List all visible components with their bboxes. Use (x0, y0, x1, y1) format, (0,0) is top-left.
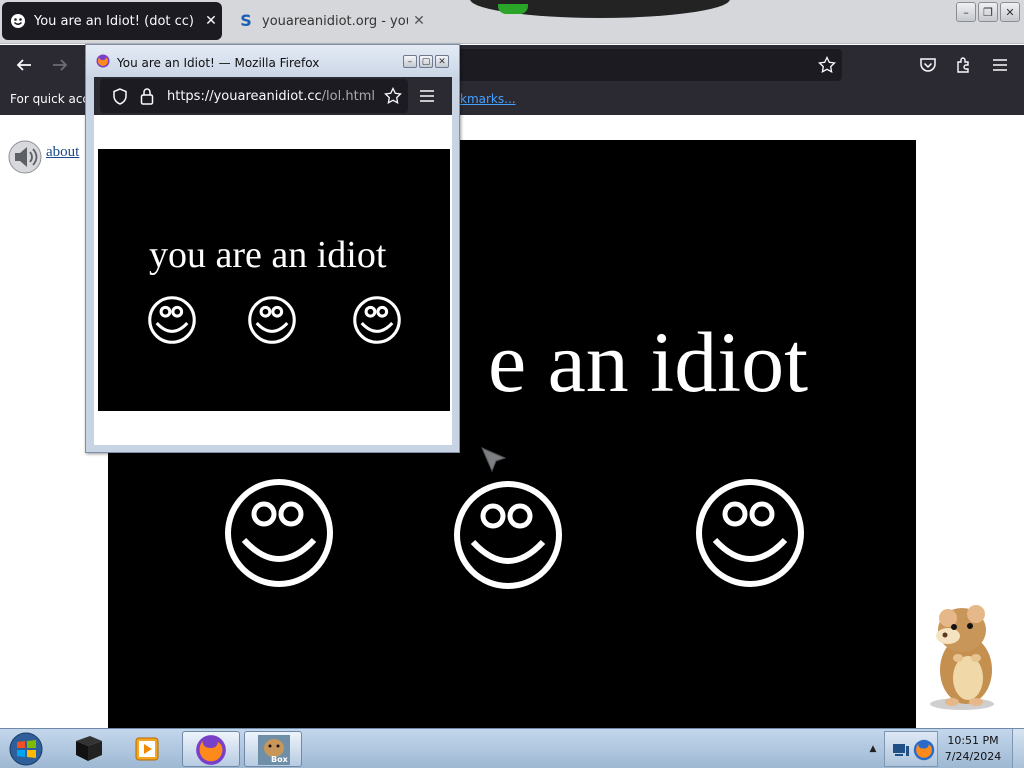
shield-icon[interactable] (112, 88, 128, 105)
taskbar: Box ▲ 10:51 PM 7/24/2024 (0, 728, 1024, 768)
tab-you-are-an-idiot[interactable]: You are an Idiot! (dot cc) ✕ (2, 2, 222, 40)
popup-content: you are an idiot (94, 115, 452, 445)
system-clock[interactable]: 10:51 PM 7/24/2024 (940, 733, 1006, 765)
about-link[interactable]: about (46, 144, 79, 161)
tab-title: You are an Idiot! (dot cc) (34, 13, 194, 29)
show-desktop-button[interactable] (1012, 729, 1024, 768)
show-hidden-icons-button[interactable]: ▲ (864, 735, 882, 763)
windows-start-icon[interactable] (6, 731, 46, 767)
popup-close-button[interactable]: ✕ (435, 55, 449, 68)
popup-titlebar[interactable]: You are an Idiot! — Mozilla Firefox – ▢ … (86, 45, 459, 77)
tab-close-button[interactable]: ✕ (408, 13, 430, 29)
smiley-icon (11, 14, 25, 28)
star-icon[interactable] (818, 56, 836, 74)
popup-url-bar[interactable]: https://youareanidiot.cc/lol.html (100, 79, 408, 113)
extensions-icon[interactable] (952, 53, 976, 77)
tab-close-button[interactable]: ✕ (200, 13, 222, 29)
popup-window-controls: – ▢ ✕ (403, 55, 449, 68)
box-label: Box (271, 755, 288, 764)
minimize-button[interactable]: – (956, 2, 976, 22)
menu-icon[interactable] (419, 89, 435, 103)
manage-bookmarks-link[interactable]: kmarks... (460, 92, 516, 106)
firefox-icon (913, 739, 935, 761)
taskbar-network-button[interactable] (884, 731, 938, 767)
popup-minimize-button[interactable]: – (403, 55, 417, 68)
url-path: /lol.html (321, 89, 375, 104)
smiley-icon (148, 296, 196, 344)
popup-title: You are an Idiot! — Mozilla Firefox (117, 56, 320, 70)
firefox-icon (196, 735, 226, 765)
popup-url-text[interactable]: https://youareanidiot.cc/lol.html (167, 89, 375, 104)
url-host: https://youareanidiot.cc (167, 89, 322, 104)
close-button[interactable]: ✕ (1000, 2, 1020, 22)
back-icon[interactable] (12, 53, 36, 77)
smiley-icon (353, 296, 401, 344)
window-decoration (470, 0, 730, 18)
s-logo-icon: S (240, 11, 252, 30)
firefox-icon (96, 54, 110, 68)
tab-strip: You are an Idiot! (dot cc) ✕ S youareani… (0, 0, 1024, 44)
clock-date: 7/24/2024 (944, 750, 1002, 763)
desktop: You are an Idiot! (dot cc) ✕ S youareani… (0, 0, 1024, 768)
menu-icon[interactable] (988, 53, 1012, 77)
media-player-icon[interactable] (134, 735, 162, 763)
network-icon (893, 744, 909, 756)
popup-animation-stage: you are an idiot (98, 149, 450, 411)
pocket-icon[interactable] (916, 53, 940, 77)
forward-icon[interactable] (48, 53, 72, 77)
popup-nav-toolbar: https://youareanidiot.cc/lol.html (94, 77, 452, 115)
smiley-icon (248, 296, 296, 344)
taskbar-box-button[interactable]: Box (244, 731, 302, 767)
smiley-icon (696, 479, 804, 587)
smiley-icon (225, 479, 333, 587)
tab-title: youareanidiot.org - youareanidi (262, 13, 408, 29)
url-bar[interactable] (455, 49, 842, 81)
popup-window[interactable]: You are an Idiot! — Mozilla Firefox – ▢ … (85, 44, 460, 453)
smiley-icon (454, 481, 562, 589)
speaker-icon[interactable] (8, 140, 42, 174)
popup-headline-text: you are an idiot (149, 234, 387, 276)
clock-time: 10:51 PM (947, 734, 999, 747)
tab-youareanidiot-org[interactable]: S youareanidiot.org - youareanidi ✕ (230, 2, 430, 40)
star-icon[interactable] (384, 87, 402, 105)
bookmarks-hint: For quick acce (10, 92, 97, 106)
hamster-icon[interactable] (918, 600, 1008, 712)
lock-icon[interactable] (140, 87, 154, 105)
popup-maximize-button[interactable]: ▢ (419, 55, 433, 68)
black-box-icon[interactable] (72, 733, 106, 763)
cursor-icon (481, 447, 507, 473)
window-controls: – ❐ ✕ (956, 2, 1020, 22)
taskbar-firefox-button[interactable] (182, 731, 240, 767)
restore-button[interactable]: ❐ (978, 2, 998, 22)
